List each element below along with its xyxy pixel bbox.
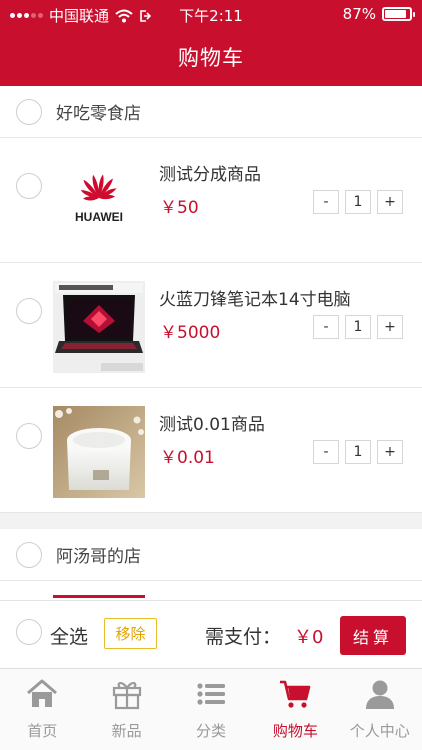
cream-jar-photo-icon — [53, 406, 145, 498]
tab-new[interactable]: 新品 — [84, 669, 168, 750]
top-bar: 中国联通 下午2:11 87% 购物车 — [0, 0, 422, 86]
tab-profile[interactable]: 个人中心 — [338, 669, 422, 750]
tab-cart[interactable]: 购物车 — [253, 669, 337, 750]
item-price: ￥0.01 — [160, 448, 215, 468]
item-price: ￥50 — [160, 198, 199, 218]
tab-label: 购物车 — [272, 722, 318, 740]
checkout-bar: 全选 移除 需支付： ￥0 结算 — [0, 600, 422, 668]
item-select-radio[interactable] — [16, 423, 42, 449]
cart-item: 测试0.01商品 ￥0.01 - 1 + — [0, 388, 422, 513]
increase-button[interactable]: + — [377, 190, 403, 214]
battery-percent: 87% — [342, 5, 376, 23]
quantity-value[interactable]: 1 — [345, 190, 371, 214]
item-title[interactable]: 火蓝刀锋笔记本14寸电脑 — [159, 285, 351, 310]
tab-label: 首页 — [27, 722, 58, 740]
store-section: 阿汤哥的店 — [0, 529, 422, 600]
cart-list[interactable]: 好吃零食店 HUAWEI 测试分成商品 ￥50 - 1 + 火蓝刀锋笔记本14寸… — [0, 86, 422, 600]
cart-item: 火蓝刀锋笔记本14寸电脑 ￥5000 - 1 + — [0, 263, 422, 388]
item-price: ￥5000 — [160, 323, 221, 343]
tab-label: 新品 — [111, 722, 142, 740]
select-all-radio[interactable] — [16, 619, 42, 645]
store-name[interactable]: 阿汤哥的店 — [56, 542, 141, 567]
product-image-huawei[interactable]: HUAWEI — [53, 156, 145, 248]
user-icon — [365, 680, 394, 709]
cart-item-partial — [0, 581, 422, 600]
product-image-laptop[interactable] — [53, 281, 145, 373]
huawei-logo-icon: HUAWEI — [53, 156, 145, 248]
quantity-value[interactable]: 1 — [345, 440, 371, 464]
item-select-radio[interactable] — [16, 173, 42, 199]
store-select-radio[interactable] — [16, 541, 42, 568]
decrease-button[interactable]: - — [313, 440, 339, 464]
cart-item: HUAWEI 测试分成商品 ￥50 - 1 + — [0, 138, 422, 263]
status-bar: 中国联通 下午2:11 87% — [0, 0, 422, 28]
store-header: 好吃零食店 — [0, 86, 422, 138]
product-image-partial — [53, 595, 145, 598]
page-title: 购物车 — [178, 46, 244, 70]
battery-icon — [382, 7, 415, 21]
checkout-button[interactable]: 结算 — [340, 616, 406, 655]
store-name[interactable]: 好吃零食店 — [56, 99, 141, 124]
list-icon — [197, 683, 225, 705]
tab-category[interactable]: 分类 — [169, 669, 253, 750]
product-image-cream-jar[interactable] — [53, 406, 145, 498]
pay-label: 需支付： — [205, 626, 282, 648]
laptop-photo-icon — [53, 281, 145, 373]
item-title[interactable]: 测试0.01商品 — [159, 410, 265, 435]
quantity-stepper: - 1 + — [313, 440, 403, 464]
tab-bar: 首页 新品 分类 购物车 个人中心 — [0, 668, 422, 750]
store-select-radio[interactable] — [16, 98, 42, 125]
store-section: 好吃零食店 HUAWEI 测试分成商品 ￥50 - 1 + 火蓝刀锋笔记本14寸… — [0, 86, 422, 513]
decrease-button[interactable]: - — [313, 315, 339, 339]
pay-amount: ￥0 — [294, 627, 324, 648]
quantity-stepper: - 1 + — [313, 315, 403, 339]
tab-label: 分类 — [195, 722, 226, 740]
quantity-value[interactable]: 1 — [345, 315, 371, 339]
tab-home[interactable]: 首页 — [0, 669, 84, 750]
increase-button[interactable]: + — [377, 315, 403, 339]
remove-button[interactable]: 移除 — [104, 618, 157, 649]
increase-button[interactable]: + — [377, 440, 403, 464]
select-all-label[interactable]: 全选 — [50, 622, 88, 649]
gift-icon — [112, 682, 141, 710]
decrease-button[interactable]: - — [313, 190, 339, 214]
cart-icon — [280, 680, 311, 708]
huawei-logo-text: HUAWEI — [75, 210, 123, 224]
item-title[interactable]: 测试分成商品 — [159, 160, 261, 185]
tab-label: 个人中心 — [349, 722, 410, 740]
quantity-stepper: - 1 + — [313, 190, 403, 214]
store-header: 阿汤哥的店 — [0, 529, 422, 581]
item-select-radio[interactable] — [16, 298, 42, 324]
home-icon — [27, 679, 58, 707]
